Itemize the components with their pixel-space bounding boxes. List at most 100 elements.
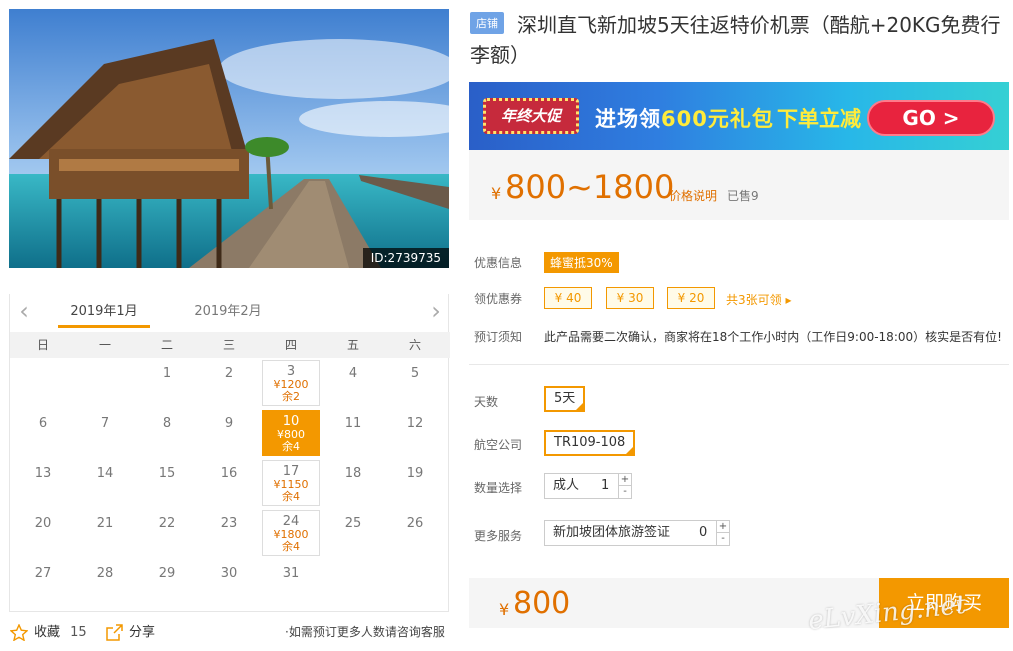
quantity-label: 数量选择	[474, 481, 523, 495]
selected-check-icon	[625, 446, 635, 455]
share-label: 分享	[129, 625, 156, 640]
calendar-day: 30	[200, 560, 258, 606]
coupon-30[interactable]: ¥ 30	[606, 287, 654, 309]
weekday-header: 五	[346, 338, 359, 352]
calendar-day: 11	[324, 410, 382, 456]
weekday-row: 日一二三四五六	[10, 332, 450, 358]
total-price: 800	[513, 586, 571, 621]
calendar-day: 14	[76, 460, 134, 506]
calendar-day: 18	[324, 460, 382, 506]
day-number: 11	[344, 416, 362, 431]
go-button[interactable]: GO >	[867, 100, 995, 136]
favorite-count: 15	[70, 625, 87, 640]
product-photo: ID:2739735	[9, 9, 449, 268]
adult-stepper-buttons: + -	[618, 474, 631, 498]
calendar-day-available[interactable]: 3 ¥1200 余2	[262, 360, 320, 406]
next-month-arrow-icon[interactable]: ›	[426, 299, 446, 324]
calendar-day: 25	[324, 510, 382, 556]
days-option-label: 5天	[554, 391, 576, 406]
product-title: 深圳直飞新加坡5天往返特价机票（酷航+20KG免费行李额）	[470, 13, 1001, 67]
calendar-day: 1	[138, 360, 196, 406]
airline-label: 航空公司	[474, 438, 523, 452]
adult-quantity-stepper[interactable]: 成人 1 + -	[544, 473, 632, 499]
day-number: 29	[158, 566, 176, 581]
tab-month-feb[interactable]: 2019年2月	[182, 298, 274, 328]
calendar-day: 27	[14, 560, 72, 606]
share-button[interactable]: 分享	[106, 621, 155, 641]
calendar-day: 21	[76, 510, 134, 556]
day-remaining: 余4	[282, 490, 300, 503]
day-number: 20	[34, 516, 52, 531]
coupon-label: 领优惠券	[474, 292, 523, 306]
prev-month-arrow-icon[interactable]: ‹	[14, 299, 34, 324]
calendar-day: 12	[386, 410, 444, 456]
calendar-day-available[interactable]: 17 ¥1150 余4	[262, 460, 320, 506]
calendar-day: 26	[386, 510, 444, 556]
promo-text-b: 下单立减	[777, 107, 861, 131]
visa-minus-button[interactable]: -	[717, 533, 729, 545]
weekday-header: 二	[160, 338, 173, 352]
calendar-day: 9	[200, 410, 258, 456]
promo-text: 进场领600元礼包	[595, 103, 774, 133]
visa-quantity-value[interactable]: 0	[699, 521, 707, 545]
promo-text-highlight: 600元礼包	[661, 107, 774, 131]
calendar-day: 19	[386, 460, 444, 506]
day-number: 13	[34, 466, 52, 481]
service-label: 更多服务	[474, 529, 523, 543]
day-number: 1	[162, 366, 172, 381]
calendar-day: 2	[200, 360, 258, 406]
days-option[interactable]: 5天	[544, 386, 586, 412]
price-currency: ¥	[491, 184, 502, 203]
calendar-day: 15	[138, 460, 196, 506]
day-remaining: 余2	[282, 390, 300, 403]
adult-quantity-value[interactable]: 1	[601, 474, 609, 498]
calendar-day-available[interactable]: 24 ¥1800 余4	[262, 510, 320, 556]
coupon-more-link[interactable]: 共3张可领 ▸	[726, 291, 791, 308]
calendar-day: 20	[14, 510, 72, 556]
coupon-40[interactable]: ¥ 40	[544, 287, 592, 309]
calendar-day-available[interactable]: 10 ¥800 余4	[262, 410, 320, 456]
day-number: 30	[220, 566, 238, 581]
calendar-day: 8	[138, 410, 196, 456]
day-number: 12	[406, 416, 424, 431]
sold-count: 已售9	[727, 189, 759, 203]
day-remaining: 余4	[282, 440, 300, 453]
visa-service-name: 新加坡团体旅游签证	[553, 525, 671, 540]
calendar-day: 4	[324, 360, 382, 406]
share-icon	[106, 624, 123, 641]
day-number: 27	[34, 566, 52, 581]
day-number: 6	[38, 416, 48, 431]
weekday-header: 三	[222, 338, 235, 352]
coupon-20[interactable]: ¥ 20	[667, 287, 715, 309]
notice-text: 此产品需要二次确认，商家将在18个工作小时内（工作日9:00-18:00）核实是…	[544, 330, 1002, 344]
day-number: 21	[96, 516, 114, 531]
day-number: 5	[410, 366, 420, 381]
airline-option-label: TR109-108	[554, 435, 626, 450]
calendar-day: 22	[138, 510, 196, 556]
calendar-day: 13	[14, 460, 72, 506]
divider	[469, 364, 1009, 365]
days-label: 天数	[474, 395, 499, 409]
day-remaining: 余4	[282, 540, 300, 553]
tab-month-jan[interactable]: 2019年1月	[58, 298, 150, 328]
promo-banner[interactable]: 年终大促 进场领600元礼包 下单立减 GO >	[469, 82, 1009, 150]
adult-label: 成人	[553, 478, 580, 493]
day-number: 22	[158, 516, 176, 531]
day-number: 19	[406, 466, 424, 481]
adult-minus-button[interactable]: -	[619, 486, 631, 498]
favorite-button[interactable]: 收藏 15	[10, 621, 87, 641]
adult-plus-button[interactable]: +	[619, 474, 631, 486]
weekday-header: 四	[284, 338, 297, 352]
weekday-header: 日	[36, 338, 49, 352]
selected-check-icon	[575, 402, 585, 411]
visa-plus-button[interactable]: +	[717, 521, 729, 533]
visa-quantity-stepper[interactable]: 新加坡团体旅游签证 0 + -	[544, 520, 730, 546]
promo-label: 优惠信息	[474, 256, 523, 270]
promo-badge: 蜂蜜抵30%	[544, 252, 619, 273]
price-note-link[interactable]: 价格说明	[669, 187, 717, 204]
visa-stepper-buttons: + -	[716, 521, 729, 545]
airline-option[interactable]: TR109-108	[544, 430, 636, 456]
calendar-day: 7	[76, 410, 134, 456]
day-number: 9	[224, 416, 234, 431]
day-number: 24	[282, 514, 300, 529]
